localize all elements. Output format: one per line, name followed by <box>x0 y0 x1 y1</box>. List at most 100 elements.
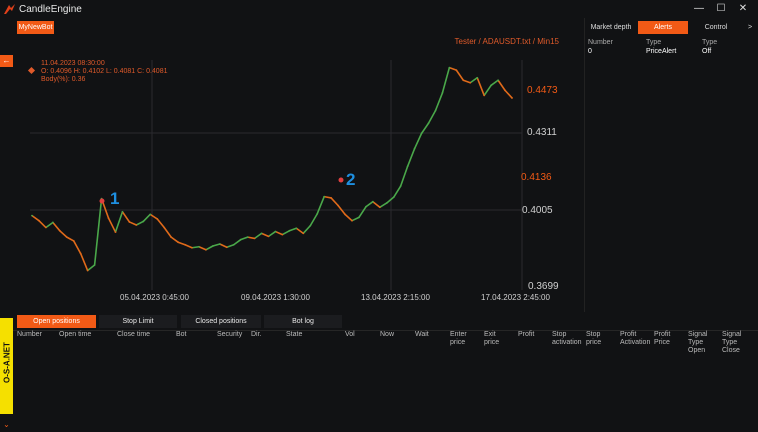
column-stop-activation[interactable]: Stop activation <box>552 331 582 347</box>
series-point <box>469 81 472 84</box>
column-direction[interactable]: Dir. <box>251 331 262 339</box>
tab-open-positions[interactable]: Open positions <box>17 315 96 328</box>
series-segment <box>372 201 381 208</box>
alerts-header-type2: Type <box>702 39 718 46</box>
column-signal-type-open[interactable]: Signal Type Open <box>688 331 707 355</box>
series-point <box>93 264 96 266</box>
series-point <box>232 243 235 246</box>
series-point <box>371 200 374 203</box>
series-point <box>107 217 110 220</box>
series-segment <box>73 240 82 254</box>
series-segment <box>330 197 339 207</box>
annotation-point-1 <box>99 198 105 204</box>
series-point <box>330 197 333 199</box>
column-state[interactable]: State <box>286 331 302 339</box>
series-segment <box>427 110 437 124</box>
series-point <box>79 252 82 255</box>
column-exit-price[interactable]: Exit price <box>484 331 499 347</box>
title-bar: CandleEngine — ☐ ✕ <box>0 0 758 18</box>
tab-control[interactable]: Control <box>690 21 742 34</box>
series-segment <box>38 220 47 229</box>
chevron-down-icon[interactable]: ⌄ <box>0 418 13 431</box>
series-segment <box>268 230 276 238</box>
series-segment <box>469 77 478 84</box>
column-bot[interactable]: Bot <box>176 331 187 339</box>
series-point <box>511 97 513 99</box>
tab-market-depth[interactable]: Market depth <box>586 21 636 34</box>
price-label-2: 0.4136 <box>521 172 552 183</box>
series-point <box>128 221 131 223</box>
price-chart[interactable]: 1 2 0.4473 0.4311 0.4136 0.4005 0.3699 0… <box>0 18 584 312</box>
minimize-button[interactable]: — <box>691 1 707 17</box>
tab-bot-log[interactable]: Bot log <box>264 315 342 328</box>
series-segment <box>52 221 61 232</box>
tab-closed-positions[interactable]: Closed positions <box>181 315 261 328</box>
series-segment <box>399 166 409 187</box>
close-button[interactable]: ✕ <box>735 1 751 17</box>
alerts-cell-state[interactable]: Off <box>702 48 711 55</box>
price-label-4: 0.3699 <box>528 281 559 292</box>
column-close-time[interactable]: Close time <box>117 331 150 339</box>
series-point <box>455 69 458 72</box>
alerts-header-type: Type <box>646 39 662 46</box>
series-segment <box>379 202 388 208</box>
series-point <box>58 229 61 232</box>
series-point <box>51 221 54 224</box>
series-point <box>448 66 451 69</box>
series-point <box>225 246 228 249</box>
series-segment <box>365 201 374 208</box>
column-wait[interactable]: Wait <box>415 331 429 339</box>
maximize-button[interactable]: ☐ <box>713 1 729 17</box>
series-segment <box>233 239 242 246</box>
series-point <box>260 232 263 235</box>
column-profit-activation[interactable]: Profit Activation <box>620 331 650 347</box>
series-segment <box>497 79 506 91</box>
series-point <box>295 227 298 230</box>
series-point <box>239 238 242 241</box>
time-label-3: 17.04.2023 2:45:00 <box>481 293 551 302</box>
annotation-label-2: 2 <box>346 170 355 189</box>
series-point <box>191 246 193 249</box>
osa-banner-label: O-S-A.NET <box>2 342 12 383</box>
column-enter-price[interactable]: Enter price <box>450 331 467 347</box>
tab-stop-limit[interactable]: Stop Limit <box>99 315 177 328</box>
series-segment <box>449 66 457 71</box>
time-label-1: 09.04.2023 1:30:00 <box>241 293 311 302</box>
column-profit-price[interactable]: Profit Price <box>654 331 670 347</box>
series-segment <box>358 206 367 218</box>
series-segment <box>163 227 172 238</box>
series-point <box>198 245 200 248</box>
tab-alerts[interactable]: Alerts <box>638 21 688 34</box>
series-segment <box>219 243 228 248</box>
series-point <box>184 243 186 246</box>
series-segment <box>45 221 54 229</box>
series-point <box>406 165 409 168</box>
series-segment <box>483 84 492 96</box>
column-now[interactable]: Now <box>380 331 394 339</box>
series-point <box>65 236 68 239</box>
series-point <box>344 213 346 216</box>
series-point <box>149 213 152 216</box>
series-point <box>253 237 256 240</box>
series-segment <box>184 243 193 249</box>
series-point <box>38 219 40 222</box>
series-point <box>441 91 444 94</box>
column-volume[interactable]: Vol <box>345 331 355 339</box>
alerts-cell-type[interactable]: PriceAlert <box>646 48 676 55</box>
series-point <box>45 226 47 229</box>
alerts-cell-number[interactable]: 0 <box>588 48 592 55</box>
column-profit[interactable]: Profit <box>518 331 534 339</box>
tabs-more-button[interactable]: > <box>744 21 756 34</box>
column-signal-type-close[interactable]: Signal Type Close <box>722 331 741 355</box>
series-segment <box>504 89 513 99</box>
column-open-time[interactable]: Open time <box>59 331 91 339</box>
series-segment <box>205 245 214 251</box>
column-number[interactable]: Number <box>17 331 42 339</box>
series-segment <box>66 236 75 242</box>
series-segment <box>282 230 290 236</box>
column-security[interactable]: Security <box>217 331 242 339</box>
series-segment <box>240 236 248 241</box>
series-segment <box>441 67 451 94</box>
series-segment <box>93 198 103 266</box>
column-stop-price[interactable]: Stop price <box>586 331 601 347</box>
